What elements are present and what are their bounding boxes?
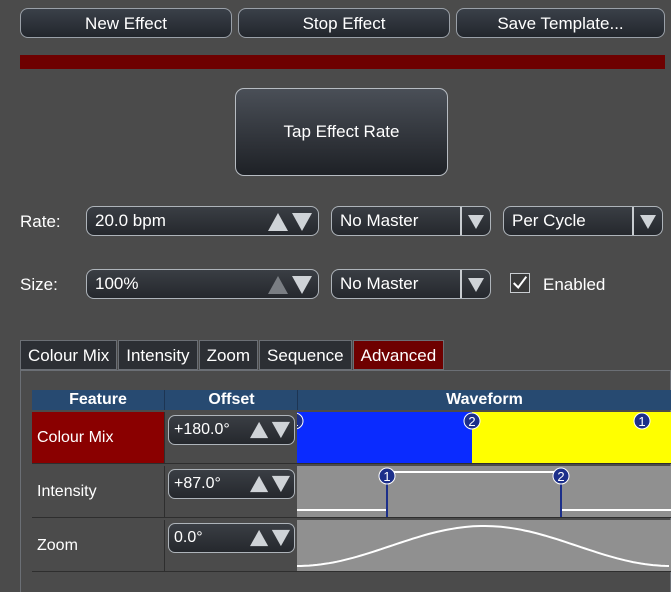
size-value: 100% <box>95 274 139 293</box>
rate-stepper[interactable]: 20.0 bpm <box>86 206 319 236</box>
new-effect-button[interactable]: New Effect <box>20 8 232 38</box>
intensity-waveform[interactable]: 1 2 <box>297 466 671 518</box>
table-row-offset: +180.0° <box>164 412 298 464</box>
offset-value: +87.0° <box>174 475 221 492</box>
size-master-dropdown[interactable]: No Master <box>331 269 491 299</box>
tab-intensity[interactable]: Intensity <box>118 340 198 370</box>
feature-column-header: Feature <box>32 390 164 410</box>
table-row-offset: 0.0° <box>164 520 298 572</box>
waveform-marker[interactable]: 1 <box>378 467 396 485</box>
offset-stepper[interactable]: +180.0° <box>168 415 295 445</box>
marker-label: 1 <box>638 414 645 429</box>
offset-value: +180.0° <box>174 421 230 438</box>
table-row-feature[interactable]: Intensity <box>32 466 164 518</box>
size-stepper[interactable]: 100% <box>86 269 319 299</box>
rate-label: Rate: <box>20 212 61 231</box>
marker-label: 1 <box>297 414 299 429</box>
table-row-feature[interactable]: Colour Mix <box>32 412 164 464</box>
effect-progress-bar <box>20 55 665 69</box>
waveform-marker[interactable]: 1 <box>633 412 651 430</box>
marker-label: 2 <box>557 469 564 484</box>
waveform-marker[interactable]: 2 <box>463 412 481 430</box>
checkmark-icon <box>512 276 528 290</box>
waveform-marker[interactable]: 2 <box>552 467 570 485</box>
table-row-feature[interactable]: Zoom <box>32 520 164 572</box>
table-row-offset: +87.0° <box>164 466 298 518</box>
dropdown-arrow-icon <box>632 207 662 235</box>
size-label: Size: <box>20 275 58 294</box>
colour-mix-waveform[interactable]: 1 2 1 <box>297 412 671 464</box>
save-template-button[interactable]: Save Template... <box>456 8 665 38</box>
rate-mode-dropdown[interactable]: Per Cycle <box>503 206 663 236</box>
offset-stepper[interactable]: +87.0° <box>168 469 295 499</box>
dropdown-arrow-icon <box>460 207 490 235</box>
feature-tabs: Colour Mix Intensity Zoom Sequence Advan… <box>20 340 445 370</box>
offset-value: 0.0° <box>174 529 203 546</box>
stop-effect-button[interactable]: Stop Effect <box>238 8 450 38</box>
rate-mode-value: Per Cycle <box>512 211 586 230</box>
offset-column-header: Offset <box>164 390 298 410</box>
waveform-segment-blue <box>297 412 472 463</box>
enabled-checkbox[interactable] <box>510 273 530 293</box>
up-down-arrows-icon[interactable] <box>268 212 312 232</box>
size-master-value: No Master <box>340 274 419 293</box>
tab-zoom[interactable]: Zoom <box>198 340 259 370</box>
rate-value: 20.0 bpm <box>95 211 166 230</box>
marker-label: 1 <box>383 469 390 484</box>
up-down-arrows-icon[interactable] <box>250 420 290 440</box>
rate-master-dropdown[interactable]: No Master <box>331 206 491 236</box>
waveform-column-header: Waveform <box>297 390 671 410</box>
rate-master-value: No Master <box>340 211 419 230</box>
tab-sequence[interactable]: Sequence <box>259 340 352 370</box>
offset-stepper[interactable]: 0.0° <box>168 523 295 553</box>
tap-effect-rate-button[interactable]: Tap Effect Rate <box>235 88 448 176</box>
up-down-arrows-icon[interactable] <box>250 528 290 548</box>
tab-colour-mix[interactable]: Colour Mix <box>20 340 118 370</box>
zoom-waveform[interactable] <box>297 520 671 572</box>
up-down-arrows-icon[interactable] <box>250 474 290 494</box>
up-down-arrows-icon[interactable] <box>268 275 312 295</box>
enabled-label[interactable]: Enabled <box>543 275 605 295</box>
tab-advanced[interactable]: Advanced <box>352 340 445 370</box>
marker-label: 2 <box>468 414 475 429</box>
dropdown-arrow-icon <box>460 270 490 298</box>
